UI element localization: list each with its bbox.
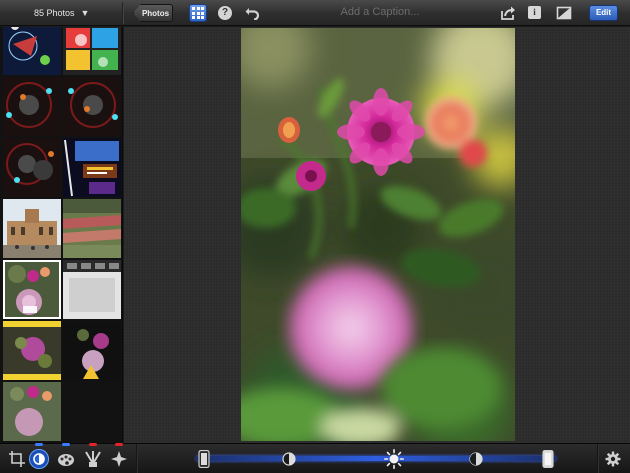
thumbnail-palace[interactable] xyxy=(3,199,61,258)
brushes-indicator xyxy=(89,443,97,446)
toolbar-divider xyxy=(597,444,599,473)
thumbnail-dahlia[interactable] xyxy=(3,382,61,441)
undo-icon[interactable] xyxy=(244,4,260,20)
compare-icon[interactable] xyxy=(556,5,572,21)
dropdown-caret-icon: ▼ xyxy=(80,8,90,18)
thumbnail-dahlia-edit[interactable] xyxy=(3,321,61,380)
highlights-knob-icon[interactable] xyxy=(469,450,483,468)
thumbnail-orbit-game-3[interactable] xyxy=(3,138,61,197)
effects-icon[interactable] xyxy=(110,443,128,468)
photos-back-button[interactable]: Photos xyxy=(133,4,173,22)
effects-indicator xyxy=(115,443,123,446)
photo-thumbnail-grid[interactable] xyxy=(0,27,123,443)
share-icon[interactable] xyxy=(500,5,516,21)
thumbnail-orbit-game-2[interactable] xyxy=(63,77,121,136)
thumbnail-garden[interactable] xyxy=(63,199,121,258)
edit-toolbar xyxy=(0,443,630,473)
gear-icon[interactable] xyxy=(605,451,621,467)
thumbnail-dahlia-selected[interactable] xyxy=(3,260,61,319)
info-icon[interactable]: i xyxy=(528,6,541,19)
phone-shadows-icon[interactable] xyxy=(197,450,211,468)
thumbnail-space-game[interactable] xyxy=(3,27,61,75)
album-photo-count[interactable]: 85 Photos ▼ xyxy=(0,0,122,26)
photo-canvas xyxy=(124,27,630,443)
thumbnail-game-menu[interactable] xyxy=(63,138,121,197)
thumbnail-dahlia-dark[interactable] xyxy=(63,321,121,380)
photo-count-label: 85 Photos xyxy=(34,8,75,18)
caption-field[interactable]: Add a Caption... xyxy=(300,6,460,18)
exposure-slider-track[interactable] xyxy=(196,456,556,461)
help-icon[interactable]: ? xyxy=(218,6,232,20)
exposure-icon[interactable] xyxy=(29,443,49,469)
thumbnail-color-game[interactable] xyxy=(63,27,121,75)
thumbnail-orbit-game-1[interactable] xyxy=(3,77,61,136)
brushes-icon[interactable] xyxy=(84,443,102,468)
back-button-label: Photos xyxy=(141,8,170,18)
phone-highlights-icon[interactable] xyxy=(541,450,555,468)
palette-icon[interactable] xyxy=(57,443,75,468)
crop-icon[interactable] xyxy=(8,450,26,468)
color-indicator xyxy=(62,443,70,446)
top-toolbar: 85 Photos ▼ Photos ? Add a Caption... i … xyxy=(0,0,630,26)
dahlia-photo[interactable] xyxy=(241,28,515,441)
toolbar-divider xyxy=(136,444,138,473)
grid-icon[interactable] xyxy=(189,4,207,22)
edit-button[interactable]: Edit xyxy=(589,5,618,21)
thumbnail-app-screen[interactable] xyxy=(63,260,121,319)
iphoto-app: 85 Photos ▼ Photos ? Add a Caption... i … xyxy=(0,0,630,473)
brightness-sun-icon[interactable] xyxy=(384,449,404,469)
shadows-knob-icon[interactable] xyxy=(282,450,296,468)
toolbar-divider xyxy=(122,2,124,24)
exposure-indicator xyxy=(35,443,43,446)
